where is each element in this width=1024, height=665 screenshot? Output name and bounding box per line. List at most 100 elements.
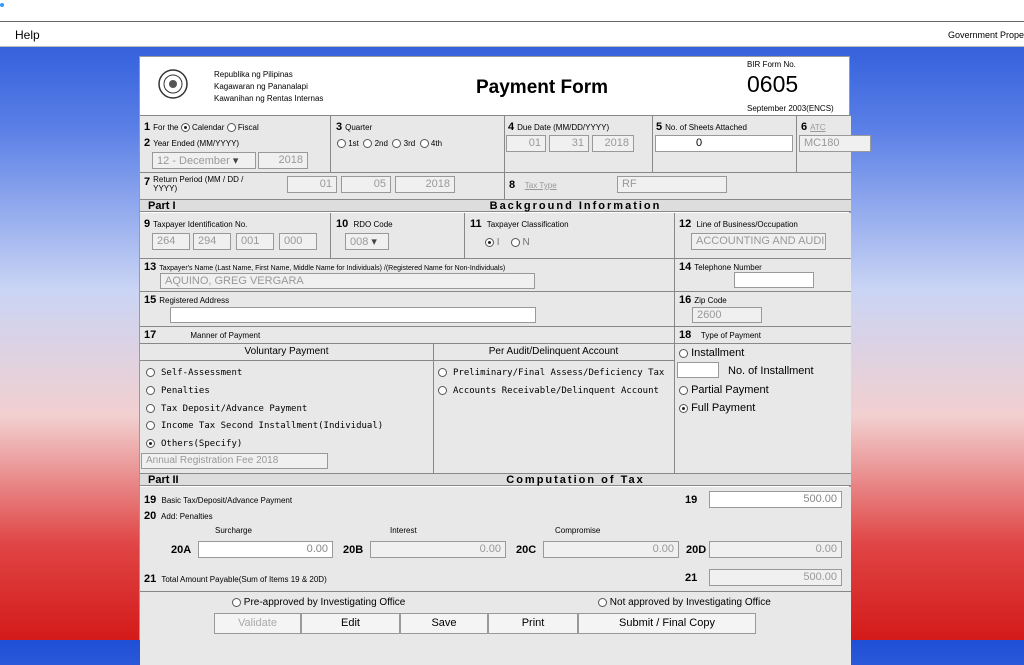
due-month-input[interactable]: 01 [506, 135, 546, 152]
print-button[interactable]: Print [488, 613, 578, 634]
tin-2-input[interactable]: 294 [193, 233, 231, 250]
calendar-label: Calendar [191, 123, 225, 132]
validate-button[interactable]: Validate [214, 613, 301, 634]
field-19-label: Basic Tax/Deposit/Advance Payment [161, 496, 293, 505]
bir-seal-icon [158, 69, 188, 99]
income-tax-installment-radio[interactable] [146, 421, 155, 430]
field-21-num: 21 [685, 572, 698, 584]
interest-input[interactable]: 0.00 [370, 541, 506, 558]
tax-type-input[interactable]: RF [617, 176, 727, 193]
partial-payment-radio[interactable] [679, 385, 688, 395]
item-20d-label: 20D [686, 544, 707, 556]
compromise-input[interactable]: 0.00 [543, 541, 679, 558]
app-icon [0, 3, 4, 7]
title-bar [0, 0, 1024, 21]
installment-count-label: No. of Installment [728, 365, 814, 377]
q3-label: 3rd [403, 139, 416, 148]
total-amount-input[interactable]: 500.00 [709, 569, 842, 586]
business-input[interactable]: ACCOUNTING AND AUDI [691, 233, 826, 250]
preliminary-assess-radio[interactable] [438, 368, 447, 377]
form-title: Payment Form [476, 77, 608, 98]
zip-input[interactable]: 2600 [692, 307, 762, 323]
quarter-4-radio[interactable] [419, 139, 429, 149]
field-14-label: Telephone Number [694, 263, 762, 272]
period-month-input[interactable]: 01 [287, 176, 337, 193]
tax-type-link[interactable]: Tax Type [525, 181, 557, 190]
audit-header: Per Audit/Delinquent Account [488, 346, 619, 357]
item-20c-label: 20C [516, 544, 537, 556]
field-4-label: Due Date (MM/DD/YYYY) [517, 123, 610, 132]
address-input[interactable] [170, 307, 536, 323]
republic-text: Republika ng Pilipinas [214, 70, 293, 79]
period-day-input[interactable]: 05 [341, 176, 391, 193]
atc-input[interactable]: MC180 [799, 135, 871, 152]
field-5-label: No. of Sheets Attached [665, 123, 747, 132]
calendar-radio[interactable] [180, 123, 190, 133]
payment-form: Republika ng Pilipinas Kagawaran ng Pana… [139, 56, 871, 665]
tin-3-input[interactable]: 001 [236, 233, 274, 250]
chevron-down-icon: ▾ [371, 236, 377, 248]
rdo-select[interactable]: 008 ▾ [345, 233, 389, 250]
quarter-2-radio[interactable] [363, 139, 373, 149]
field-18-label: Type of Payment [700, 331, 761, 340]
period-year-input[interactable]: 2018 [395, 176, 455, 193]
tin-4-input[interactable]: 000 [279, 233, 317, 250]
individual-label: I [496, 237, 500, 248]
submit-final-copy-button[interactable]: Submit / Final Copy [578, 613, 756, 634]
form-number: 0605 [747, 71, 799, 97]
q2-label: 2nd [374, 139, 388, 148]
not-approved-radio[interactable] [598, 597, 607, 607]
not-approved-label: Not approved by Investigating Office [609, 597, 771, 608]
preliminary-assess-label: Preliminary/Final Assess/Deficiency Tax [453, 368, 665, 378]
due-day-input[interactable]: 31 [549, 135, 589, 152]
tin-1-input[interactable]: 264 [152, 233, 190, 250]
penalties-radio[interactable] [146, 386, 155, 395]
accounts-receivable-radio[interactable] [438, 386, 447, 395]
basic-tax-input[interactable]: 500.00 [709, 491, 842, 508]
individual-radio[interactable] [485, 237, 494, 247]
penalties-label: Penalties [161, 386, 210, 396]
voluntary-header: Voluntary Payment [244, 346, 329, 357]
part-2-title: Computation of Tax [506, 474, 645, 486]
telephone-input[interactable] [734, 272, 814, 288]
installment-label: Installment [691, 347, 745, 359]
quarter-3-radio[interactable] [392, 139, 402, 149]
field-12-label: Line of Business/Occupation [696, 220, 798, 229]
others-specify-input[interactable]: Annual Registration Fee 2018 [141, 453, 328, 469]
save-button[interactable]: Save [400, 613, 488, 634]
tax-deposit-radio[interactable] [146, 404, 155, 413]
full-payment-radio[interactable] [679, 403, 688, 413]
fiscal-label: Fiscal [237, 123, 259, 132]
taxpayer-name-input[interactable]: AQUINO, GREG VERGARA [160, 273, 535, 289]
year-input[interactable]: 2018 [258, 152, 308, 169]
installment-radio[interactable] [679, 348, 688, 358]
pre-approved-label: Pre-approved by Investigating Office [243, 597, 406, 608]
due-year-input[interactable]: 2018 [592, 135, 634, 152]
field-9-label: Taxpayer Identification No. [153, 220, 248, 229]
installment-count-input[interactable] [677, 362, 719, 378]
field-11-label: Taxpayer Classification [486, 220, 569, 229]
field-13-label: Taxpayer's Name (Last Name, First Name, … [159, 265, 506, 272]
field-19-num: 19 [685, 494, 698, 506]
part-1-title: Background Information [489, 200, 662, 212]
non-individual-radio[interactable] [510, 237, 520, 247]
field-16-label: Zip Code [694, 296, 727, 305]
total-penalties-input[interactable]: 0.00 [709, 541, 842, 558]
q1-label: 1st [348, 139, 359, 148]
surcharge-input[interactable]: 0.00 [198, 541, 333, 558]
sheets-input[interactable]: 0 [655, 135, 793, 152]
partial-payment-label: Partial Payment [691, 384, 769, 396]
fiscal-radio[interactable] [226, 123, 236, 133]
self-assessment-radio[interactable] [146, 368, 155, 377]
atc-link[interactable]: ATC [810, 123, 825, 132]
field-1-label: For the [153, 123, 179, 132]
month-select[interactable]: 12 - December ▾ [152, 152, 256, 169]
interest-label: Interest [390, 526, 417, 535]
edit-button[interactable]: Edit [301, 613, 400, 634]
quarter-1-radio[interactable] [337, 139, 346, 149]
rdo-value: 008 [350, 236, 369, 248]
others-radio[interactable] [146, 439, 155, 448]
menu-help[interactable]: Help [15, 28, 40, 42]
pre-approved-radio[interactable] [232, 597, 241, 607]
full-payment-label: Full Payment [691, 402, 756, 414]
